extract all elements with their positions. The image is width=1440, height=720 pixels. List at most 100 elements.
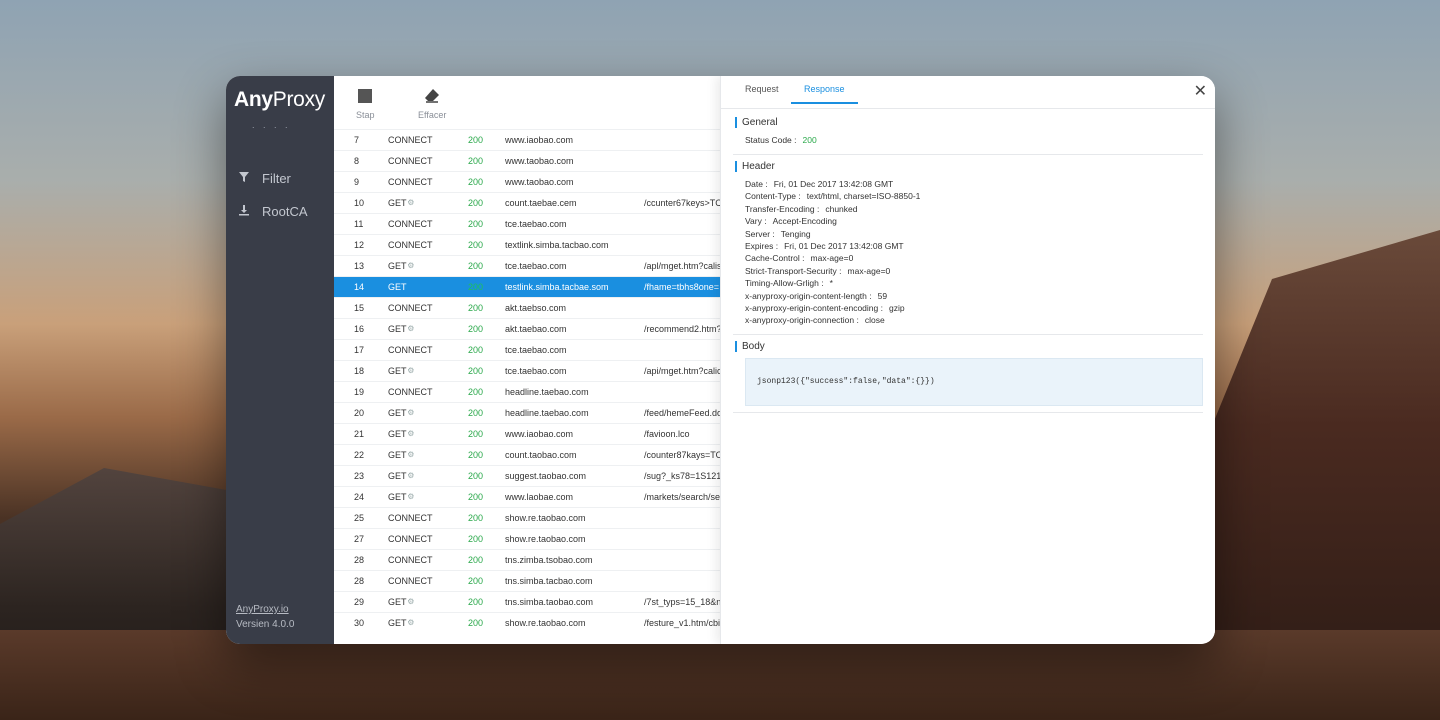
row-id: 28: [354, 555, 365, 565]
row-host: tce.taebao.com: [505, 366, 567, 376]
response-body-content: jsonp123({"success":false,"data":{}}): [757, 377, 935, 386]
row-status: 200: [468, 429, 484, 439]
close-icon[interactable]: ✕: [1194, 81, 1207, 101]
sidebar-item-rootca[interactable]: RootCA: [238, 204, 308, 219]
table-row[interactable]: 23 GET ⚙ 200 suggest.taobao.com/sug?_ks78=1S…: [334, 465, 720, 486]
anyproxy-link[interactable]: AnyProxy.io: [236, 602, 294, 617]
header-row: Timing-Allow-Grligh : *: [745, 277, 920, 289]
table-row[interactable]: 18 GET ⚙ 200 tce.taebao.com/api/mget.htm?cal…: [334, 360, 720, 381]
table-row[interactable]: 21 GET ⚙ 200 www.iaobao.com/favioon.lco: [334, 423, 720, 444]
table-row[interactable]: 25 CONNECT 200 show.re.taobao.com: [334, 507, 720, 528]
stop-icon: [358, 89, 373, 103]
row-id: 8: [354, 156, 360, 166]
table-row[interactable]: 27 CONNECT 200 show.re.taobao.com: [334, 528, 720, 549]
table-row[interactable]: 15 CONNECT 200 akt.taebso.com: [334, 297, 720, 318]
row-path: /recommend2.htm?: [644, 324, 720, 334]
table-row[interactable]: 28 CONNECT 200 tns.simba.tacbao.com: [334, 570, 720, 591]
header-key: Timing-Allow-Grligh :: [745, 278, 824, 289]
header-value: Fri, 01 Dec 2017 13:42:08 GMT: [784, 241, 904, 252]
header-key: Transfer-Encoding :: [745, 203, 820, 214]
row-path: /7st_typs=15_18&ns: [644, 597, 720, 607]
row-method: GET: [388, 429, 407, 439]
row-host: show.re.taobao.com: [505, 534, 586, 544]
header-row: Server : Tenging: [745, 228, 920, 240]
table-row[interactable]: 22 GET ⚙ 200 count.taobao.com/counter87kays=…: [334, 444, 720, 465]
table-row[interactable]: 13 GET ⚙ 200 tce.taebao.com/apl/mget.htm?cal…: [334, 255, 720, 276]
tab-response[interactable]: Response: [791, 84, 858, 104]
stop-button[interactable]: Stap: [356, 88, 375, 120]
https-icon: ⚙: [407, 597, 415, 606]
header-value: Fri, 01 Dec 2017 13:42:08 GMT: [773, 179, 894, 189]
row-path: /sug?_ks78=1S1213: [644, 471, 720, 481]
table-row[interactable]: 9 CONNECT 200 www.taobao.com: [334, 171, 720, 192]
row-method: CONNECT: [388, 303, 433, 313]
stop-label: Stap: [356, 110, 375, 120]
row-id: 11: [354, 219, 364, 229]
table-row[interactable]: 29 GET ⚙ 200 tns.simba.taobao.com/7st_typs=1…: [334, 591, 720, 612]
tab-request[interactable]: Request: [745, 84, 779, 102]
header-value: max-age=0: [847, 265, 891, 276]
row-id: 28: [354, 576, 365, 586]
row-method: GET: [388, 324, 407, 334]
https-icon: ⚙: [407, 450, 415, 459]
row-host: show.re.taobao.com: [505, 618, 586, 628]
row-status: 200: [468, 156, 484, 166]
table-row[interactable]: 24 GET ⚙ 200 www.laobae.com/markets/search/s…: [334, 486, 720, 507]
row-host: tce.taebao.com: [505, 219, 567, 229]
row-status: 200: [468, 387, 484, 397]
table-row[interactable]: 12 CONNECT 200 textlink.simba.tacbao.com: [334, 234, 720, 255]
row-method: GET: [388, 198, 407, 208]
row-status: 200: [468, 282, 484, 292]
row-status: 200: [468, 471, 484, 481]
row-id: 23: [354, 471, 365, 481]
row-status: 200: [468, 555, 484, 565]
row-status: 200: [468, 534, 484, 544]
table-row[interactable]: 28 CONNECT 200 tns.zimba.tsobao.com: [334, 549, 720, 570]
header-row: Date : Fri, 01 Dec 2017 13:42:08 GMT: [745, 178, 920, 190]
divider: [733, 334, 1203, 335]
header-value: gzip: [888, 303, 905, 314]
row-status: 200: [468, 345, 484, 355]
table-row[interactable]: 10 GET ⚙ 200 count.taebae.cem/ccunter67keys>…: [334, 192, 720, 213]
row-status: 200: [468, 177, 484, 187]
header-section-title: Header: [735, 161, 775, 172]
table-row[interactable]: 19 CONNECT 200 headline.taebao.com: [334, 381, 720, 402]
status-code-key: Status Code :: [745, 135, 797, 145]
download-icon: [238, 204, 250, 219]
table-row[interactable]: 16 GET ⚙ 200 akt.taebao.com/recommend2.htm?: [334, 318, 720, 339]
header-list: Date : Fri, 01 Dec 2017 13:42:08 GMT Conte…: [745, 178, 920, 327]
row-id: 14: [354, 282, 365, 292]
https-icon: ⚙: [407, 408, 415, 417]
clear-button[interactable]: Effacer: [418, 88, 446, 120]
table-row[interactable]: 8 CONNECT 200 www.taobao.com: [334, 150, 720, 171]
row-status: 200: [468, 366, 484, 376]
row-path: /apl/mget.htm?calis: [644, 261, 720, 271]
table-row[interactable]: 20 GET ⚙ 200 headline.taebao.com/feed/hemeFe…: [334, 402, 720, 423]
row-id: 18: [354, 366, 365, 376]
table-row[interactable]: 11 CONNECT 200 tce.taebao.com: [334, 213, 720, 234]
row-host: www.laobae.com: [505, 492, 574, 502]
row-host: count.taobao.com: [505, 450, 577, 460]
header-key: x-anyproxy-origin-connection :: [745, 315, 859, 326]
https-icon: ⚙: [407, 618, 415, 627]
table-row[interactable]: 7 CONNECT 200 www.iaobao.com: [334, 129, 720, 150]
header-row: Vary : Accept-Encoding: [745, 215, 920, 227]
table-row[interactable]: 14 GET 200 testlink.simba.tacbae.som/fhame=…: [334, 276, 720, 297]
https-icon: ⚙: [407, 366, 415, 375]
header-row: Transfer-Encoding : chunked: [745, 203, 920, 215]
row-host: testlink.simba.tacbae.som: [505, 282, 609, 292]
sidebar-item-filter[interactable]: Filter: [238, 171, 291, 186]
table-row[interactable]: 30 GET ⚙ 200 show.re.taobao.com/festure_v1.h…: [334, 612, 720, 633]
sidebar-footer: AnyProxy.io Versien 4.0.0: [236, 602, 294, 632]
table-row[interactable]: 17 CONNECT 200 tce.taebao.com: [334, 339, 720, 360]
row-id: 19: [354, 387, 365, 397]
row-host: tns.zimba.tsobao.com: [505, 555, 593, 565]
row-path: /ccunter67keys>TC: [644, 198, 720, 208]
row-host: headline.taebao.com: [505, 387, 589, 397]
header-key: Strict-Transport-Security :: [745, 265, 842, 276]
row-host: headline.taebao.com: [505, 408, 589, 418]
toolbar: Stap Effacer: [334, 76, 720, 130]
header-row: x-anyproxy-origin-content-length : 59: [745, 290, 920, 302]
row-id: 27: [354, 534, 365, 544]
row-method: GET: [388, 618, 407, 628]
